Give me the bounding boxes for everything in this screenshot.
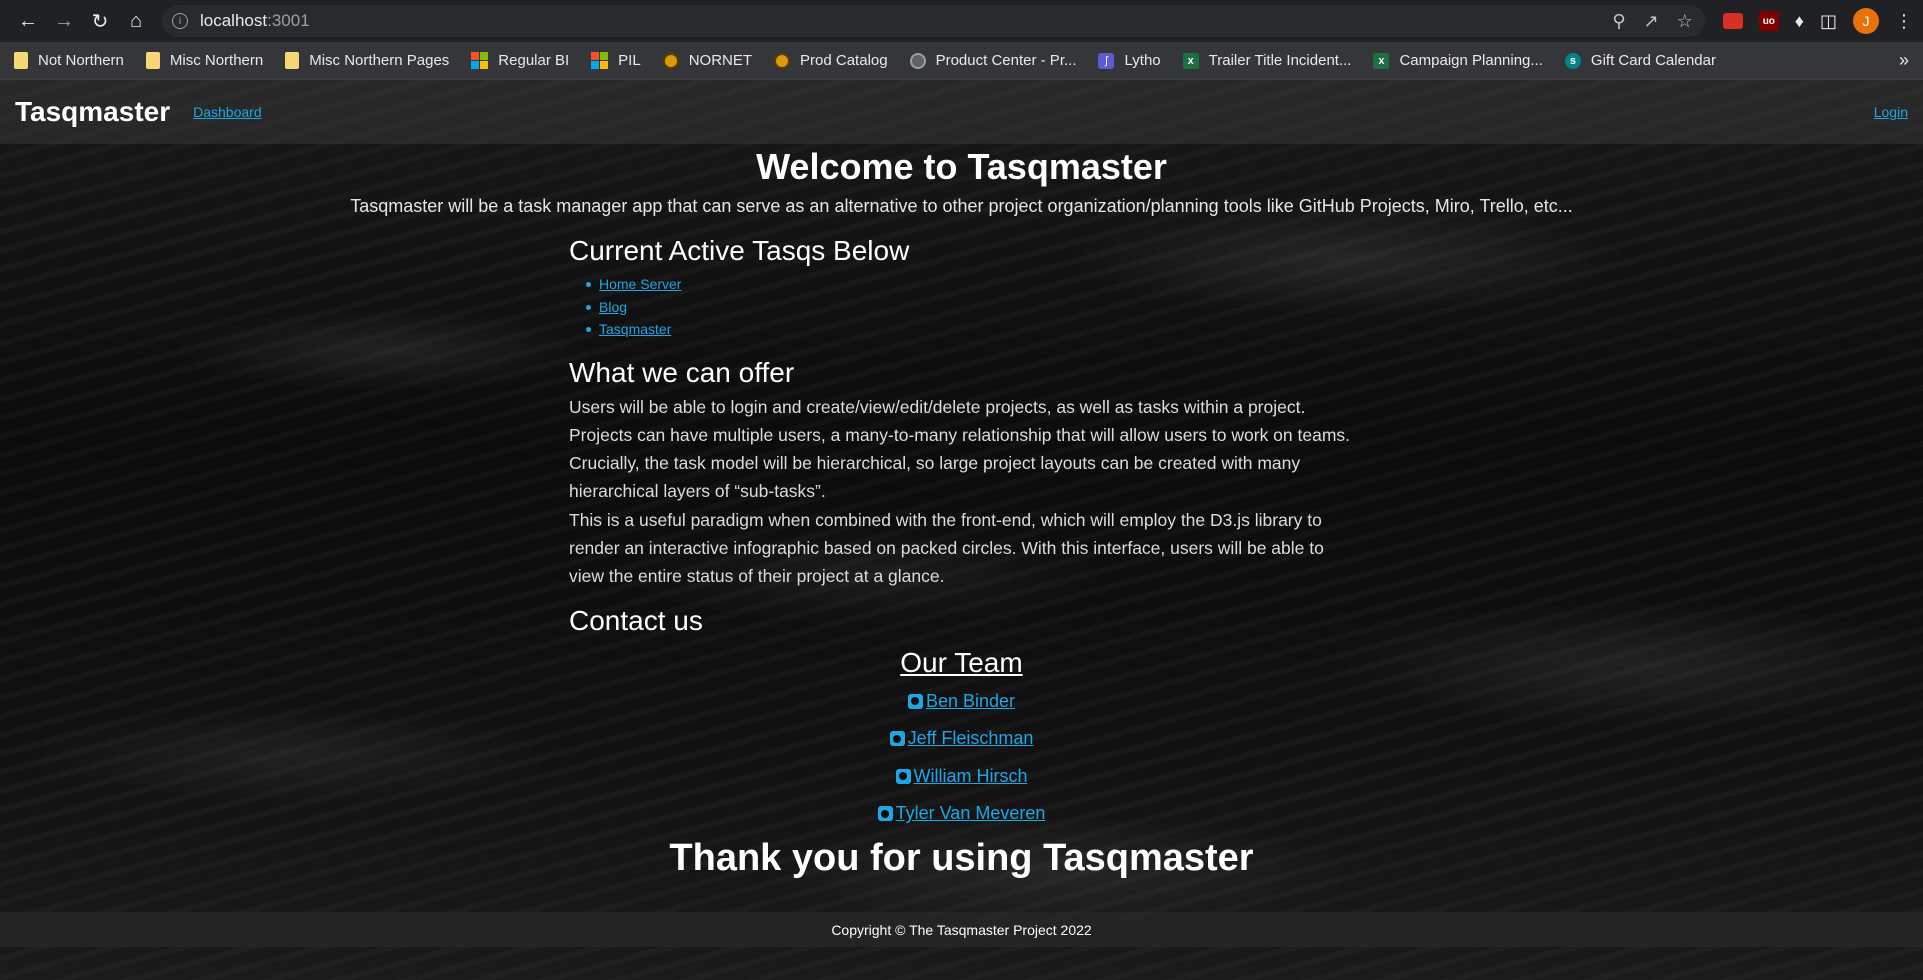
- tasq-link-tasqmaster[interactable]: Tasqmaster: [599, 321, 671, 337]
- bookmark-label: Not Northern: [38, 52, 124, 69]
- url-host: localhost: [200, 11, 268, 30]
- folder-icon: [14, 52, 28, 69]
- team-member-link[interactable]: Tyler Van Meveren: [896, 803, 1046, 824]
- bookmark-label: Campaign Planning...: [1399, 52, 1543, 69]
- menu-kebab-icon[interactable]: ⋮: [1895, 11, 1913, 32]
- bookmark-label: Prod Catalog: [800, 52, 888, 69]
- bookmark-item[interactable]: Misc Northern: [145, 52, 264, 69]
- team-member: William Hirsch: [0, 758, 1923, 796]
- microsoft-icon: [591, 52, 609, 69]
- team-member: Tyler Van Meveren: [0, 795, 1923, 833]
- extensions-puzzle-icon[interactable]: ♦: [1795, 11, 1804, 32]
- bookmark-label: Misc Northern: [169, 52, 264, 69]
- sharepoint-icon: s: [1564, 52, 1581, 69]
- offer-paragraph-2: This is a useful paradigm when combined …: [569, 509, 1324, 587]
- nornet-icon: [774, 52, 791, 69]
- url-port: :3001: [267, 11, 310, 30]
- microsoft-icon: [471, 52, 489, 69]
- site-footer: Copyright © The Tasqmaster Project 2022: [0, 912, 1923, 947]
- contact-heading: Contact us: [569, 604, 703, 636]
- list-item: Blog: [586, 296, 1354, 319]
- nornet-icon: [662, 52, 679, 69]
- site-info-icon[interactable]: i: [172, 13, 188, 29]
- zoom-icon[interactable]: ⚲: [1612, 11, 1625, 32]
- offer-heading: What we can offer: [569, 356, 795, 388]
- site-navbar: Tasqmaster Dashboard Login: [0, 80, 1923, 144]
- bookmark-item[interactable]: s Gift Card Calendar: [1564, 52, 1716, 69]
- brand-logo[interactable]: Tasqmaster: [15, 96, 170, 128]
- team-heading: Our Team: [900, 646, 1023, 678]
- bookmark-item[interactable]: Product Center - Pr...: [909, 52, 1077, 69]
- team-member: Ben Binder: [0, 683, 1923, 721]
- bookmark-label: Lytho: [1124, 52, 1161, 69]
- active-tasqs-heading: Current Active Tasqs Below: [569, 235, 910, 266]
- team-member: Jeff Fleischman: [0, 720, 1923, 758]
- bookmark-item[interactable]: ∫ Lytho: [1098, 52, 1161, 69]
- bookmark-star-icon[interactable]: ☆: [1677, 11, 1693, 32]
- bookmarks-overflow-icon[interactable]: »: [1899, 50, 1909, 71]
- team-list: Ben Binder Jeff Fleischman William Hirsc…: [0, 683, 1923, 833]
- main-content: Welcome to Tasqmaster Tasqmaster will be…: [0, 146, 1923, 880]
- bookmark-item[interactable]: x Campaign Planning...: [1373, 52, 1543, 69]
- nav-login-link[interactable]: Login: [1874, 104, 1908, 120]
- list-item: Tasqmaster: [586, 318, 1354, 341]
- reload-icon[interactable]: ↻: [82, 3, 118, 39]
- bookmark-item[interactable]: Regular BI: [471, 52, 569, 69]
- bookmark-label: Product Center - Pr...: [935, 52, 1077, 69]
- page-title: Welcome to Tasqmaster: [756, 146, 1167, 187]
- bookmarks-bar: Not Northern Misc Northern Misc Northern…: [0, 42, 1923, 80]
- ublock-icon[interactable]: uo: [1758, 11, 1779, 31]
- extension-record-icon[interactable]: [1722, 13, 1743, 29]
- profile-avatar[interactable]: J: [1853, 8, 1879, 34]
- team-member-link[interactable]: Ben Binder: [926, 691, 1015, 712]
- bookmark-label: Regular BI: [498, 52, 570, 69]
- bookmark-item[interactable]: PIL: [591, 52, 641, 69]
- share-icon[interactable]: ↗: [1644, 11, 1659, 32]
- content-column: Current Active Tasqs Below Home Server B…: [569, 235, 1354, 637]
- nav-dashboard-link[interactable]: Dashboard: [193, 104, 262, 120]
- bookmark-label: Gift Card Calendar: [1590, 52, 1716, 69]
- bookmark-item[interactable]: NORNET: [662, 52, 753, 69]
- team-member-link[interactable]: Jeff Fleischman: [908, 728, 1034, 749]
- github-icon: [889, 731, 905, 747]
- thanks-heading: Thank you for using Tasqmaster: [669, 836, 1254, 879]
- side-panel-icon[interactable]: ◫: [1820, 11, 1837, 32]
- bookmark-label: PIL: [618, 52, 641, 69]
- intro-text: Tasqmaster will be a task manager app th…: [350, 196, 1573, 216]
- folder-icon: [285, 52, 300, 69]
- globe-icon: [909, 52, 926, 69]
- team-member-link[interactable]: William Hirsch: [914, 766, 1028, 787]
- list-item: Home Server: [586, 273, 1354, 296]
- lytho-icon: ∫: [1098, 52, 1115, 69]
- url-text: localhost:3001: [200, 11, 310, 31]
- forward-icon[interactable]: →: [46, 3, 82, 39]
- excel-icon: x: [1373, 52, 1390, 69]
- home-icon[interactable]: ⌂: [118, 3, 154, 39]
- excel-icon: x: [1182, 52, 1199, 69]
- bookmark-item[interactable]: x Trailer Title Incident...: [1182, 52, 1352, 69]
- tasq-link-home-server[interactable]: Home Server: [599, 276, 681, 292]
- page-viewport: Tasqmaster Dashboard Login Welcome to Ta…: [0, 80, 1923, 980]
- bookmark-label: NORNET: [688, 52, 753, 69]
- github-icon: [877, 806, 893, 822]
- back-icon[interactable]: ←: [10, 3, 46, 39]
- github-icon: [907, 693, 923, 709]
- github-icon: [895, 768, 911, 784]
- bookmark-item[interactable]: Not Northern: [14, 52, 124, 69]
- active-tasqs-list: Home Server Blog Tasqmaster: [586, 273, 1354, 341]
- tasq-link-blog[interactable]: Blog: [599, 299, 627, 315]
- folder-icon: [145, 52, 160, 69]
- bookmark-item[interactable]: Prod Catalog: [774, 52, 888, 69]
- offer-paragraph-1: Users will be able to login and create/v…: [569, 396, 1351, 502]
- bookmark-label: Misc Northern Pages: [309, 52, 450, 69]
- bookmark-label: Trailer Title Incident...: [1208, 52, 1352, 69]
- copyright-text: Copyright © The Tasqmaster Project 2022: [831, 921, 1092, 938]
- address-bar[interactable]: i localhost:3001 ⚲ ↗ ☆: [162, 5, 1705, 37]
- bookmark-item[interactable]: Misc Northern Pages: [285, 52, 449, 69]
- browser-toolbar: ← → ↻ ⌂ i localhost:3001 ⚲ ↗ ☆ uo ♦ ◫ J …: [0, 0, 1923, 42]
